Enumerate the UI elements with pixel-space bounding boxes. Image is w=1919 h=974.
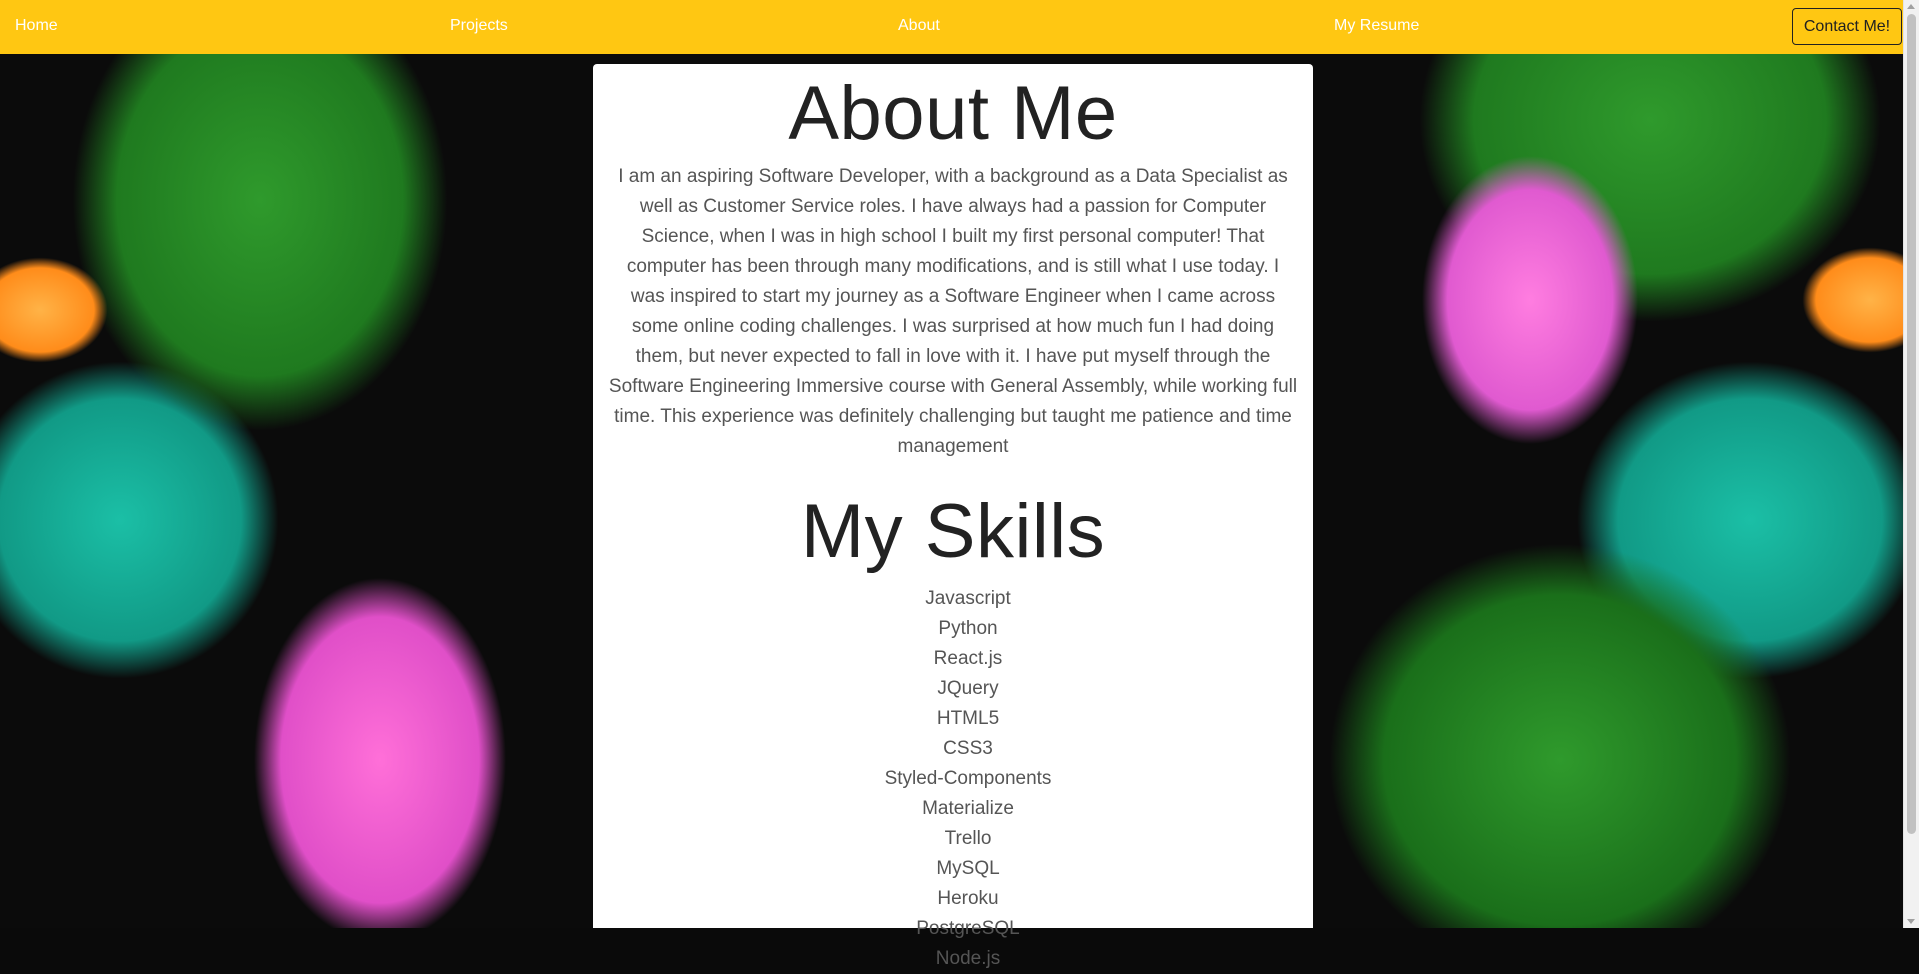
top-navbar: Home Projects About My Resume Contact Me…	[0, 0, 1904, 54]
skill-item: Node.js	[935, 948, 1001, 969]
contact-me-button[interactable]: Contact Me!	[1792, 8, 1902, 45]
scroll-down-arrow-icon[interactable]	[1907, 919, 1915, 924]
skill-item: Python	[938, 618, 998, 639]
skills-list: Javascript Python React.js JQuery HTML5 …	[593, 584, 1313, 974]
about-paragraph: I am an aspiring Software Developer, wit…	[608, 166, 1298, 457]
nav-projects-link[interactable]: Projects	[450, 17, 508, 35]
skill-item: PostgreSQL	[916, 918, 1020, 939]
about-title: About Me	[788, 71, 1118, 156]
skill-item: Trello	[944, 828, 992, 849]
page-scrollbar[interactable]	[1903, 0, 1919, 928]
skill-item: Styled-Components	[884, 768, 1052, 789]
nav-home-link[interactable]: Home	[15, 17, 58, 35]
skill-item: HTML5	[936, 708, 1000, 729]
skill-item: CSS3	[943, 738, 993, 759]
skill-item: JQuery	[937, 678, 999, 699]
about-card: About Me I am an aspiring Software Devel…	[593, 64, 1313, 969]
nav-about-link[interactable]: About	[898, 17, 940, 35]
skill-item: React.js	[933, 648, 1003, 669]
scroll-up-arrow-icon[interactable]	[1907, 4, 1915, 9]
skill-item: MySQL	[936, 858, 1000, 879]
skill-item: Materialize	[922, 798, 1014, 819]
skill-item: Javascript	[925, 588, 1011, 609]
skill-item: Heroku	[937, 888, 999, 909]
nav-resume-link[interactable]: My Resume	[1334, 17, 1419, 35]
scrollbar-thumb[interactable]	[1907, 14, 1916, 834]
skills-title: My Skills	[800, 489, 1106, 574]
